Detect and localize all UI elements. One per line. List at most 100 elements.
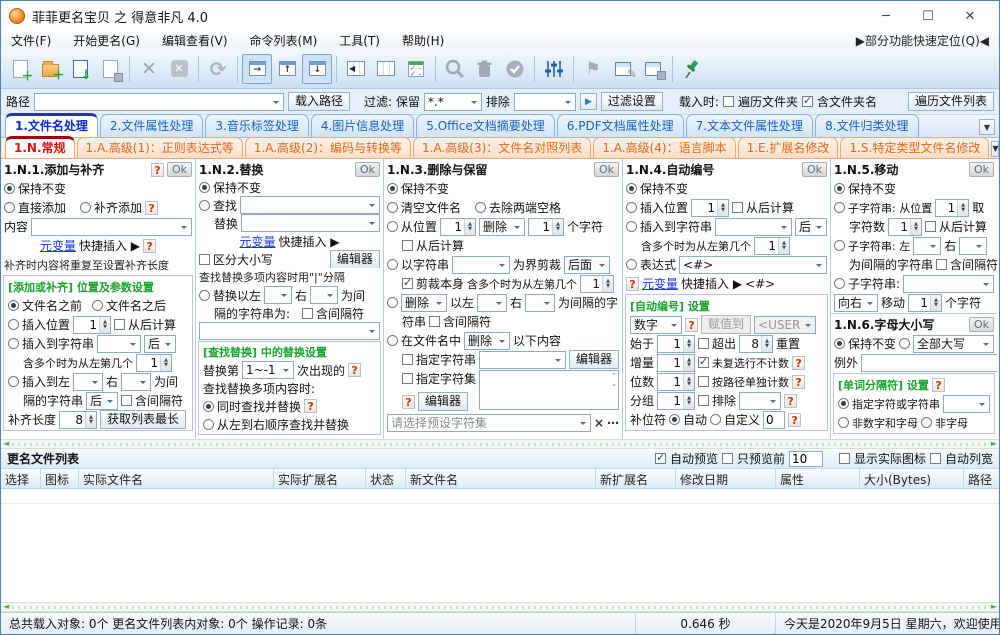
menu-start-rename[interactable]: 开始更名(G) <box>73 32 140 49</box>
toolbar-delete-button[interactable]: ✕ <box>134 54 164 84</box>
pad-add-radio[interactable] <box>80 202 92 213</box>
step-spinner[interactable]: 1 ▲ ▼ <box>657 353 696 372</box>
filter-settings-button[interactable]: 过滤设置 <box>600 92 663 111</box>
col-select[interactable]: 选择 <box>1 469 41 488</box>
file-list-body[interactable] <box>1 489 999 602</box>
col-new-name[interactable]: 新文件名 <box>406 469 596 488</box>
from-end-checkbox[interactable] <box>925 221 937 232</box>
meta-var-link[interactable]: 元变量 <box>642 275 678 292</box>
help-icon[interactable]: ? <box>402 394 415 409</box>
keep-unchanged-radio[interactable] <box>834 338 845 349</box>
keep-filter-combo[interactable]: *.* <box>423 92 482 111</box>
overflow-checkbox[interactable] <box>698 338 710 349</box>
show-icons-checkbox[interactable] <box>838 453 850 464</box>
scroll-left-icon[interactable]: ◄ <box>3 603 9 611</box>
right-sep-combo[interactable] <box>121 372 152 391</box>
preview-count-input[interactable] <box>788 450 823 467</box>
traverse-folders-checkbox[interactable] <box>722 96 734 107</box>
toolbar-settings-button[interactable] <box>539 54 569 84</box>
insert-pos-radio[interactable] <box>8 319 19 330</box>
before-name-radio[interactable] <box>8 300 19 311</box>
direct-add-radio[interactable] <box>4 202 15 213</box>
case-sensitive-checkbox[interactable] <box>199 253 210 265</box>
toolbar-apply-button[interactable] <box>500 54 530 84</box>
from-pos-spinner[interactable]: 1 ▲ ▼ <box>935 198 970 217</box>
insert-string-combo[interactable] <box>97 334 142 353</box>
toolbar-preview-button[interactable] <box>440 54 470 84</box>
menu-edit-view[interactable]: 编辑查看(V) <box>162 32 228 49</box>
get-longest-button[interactable]: 获取列表最长 <box>100 410 187 429</box>
help-icon[interactable]: ? <box>788 412 802 427</box>
help-icon[interactable]: ? <box>143 238 157 253</box>
delete-between-radio[interactable] <box>387 297 398 308</box>
content-combo[interactable] <box>31 217 192 236</box>
substr-radio[interactable] <box>834 278 845 289</box>
in-name-radio[interactable] <box>387 335 398 346</box>
change-case-radio[interactable] <box>899 338 911 349</box>
by-string-radio[interactable] <box>387 259 398 270</box>
sep-pos-combo[interactable]: 后 <box>86 391 119 410</box>
assign-var-combo[interactable]: <USER.0> <box>754 315 817 334</box>
with-sep-checkbox[interactable] <box>121 395 133 406</box>
left-sep-combo[interactable] <box>73 372 104 391</box>
keep-unchanged-radio[interactable] <box>4 183 15 194</box>
ok-button[interactable]: Ok <box>968 162 994 177</box>
non-alnum-radio[interactable] <box>838 417 849 428</box>
clear-name-radio[interactable] <box>387 202 398 213</box>
spec-chars-radio[interactable] <box>838 398 849 409</box>
from-end-checkbox[interactable] <box>114 319 126 330</box>
menu-file[interactable]: 文件(F) <box>11 32 51 49</box>
sequential-radio[interactable] <box>203 418 214 430</box>
insert-to-string-radio[interactable] <box>8 338 19 349</box>
find-combo[interactable] <box>240 196 380 214</box>
col-icon[interactable]: 图标 <box>41 469 79 488</box>
right-sep-combo[interactable] <box>310 286 339 304</box>
delete-keep-combo[interactable]: 删除 <box>479 217 526 236</box>
toolbar-flag-button[interactable]: ⚑ <box>578 54 608 84</box>
exclude-combo[interactable] <box>739 391 782 410</box>
left-sep-combo[interactable] <box>264 286 293 304</box>
tab-office-summary[interactable]: 5.Office文档摘要处理 <box>416 114 555 137</box>
more-presets-icon[interactable]: ⋯ <box>607 416 619 430</box>
tab-text-attr[interactable]: 7.文本文件属性处理 <box>685 114 814 137</box>
meta-var-link[interactable]: 元变量 <box>239 233 275 250</box>
subtab-normal[interactable]: 1.N.常规 <box>5 136 75 158</box>
group-spinner[interactable]: 1 ▲ ▼ <box>657 391 696 410</box>
subtab-regex[interactable]: 1.A.高级(1)：正则表达式等 <box>76 137 243 158</box>
help-icon[interactable]: ? <box>304 399 318 413</box>
direction-combo[interactable]: 向右 <box>834 293 878 312</box>
help-icon[interactable]: ? <box>348 363 362 377</box>
insert-pos-spinner[interactable]: 1 ▲ ▼ <box>691 198 730 217</box>
replace-between-radio[interactable] <box>199 289 210 301</box>
cut-side-combo[interactable]: 后面 <box>564 255 611 274</box>
toolbar-new-file-button[interactable]: ＋ <box>5 54 35 84</box>
maximize-button[interactable]: ☐ <box>907 2 949 30</box>
insert-between-radio[interactable] <box>8 376 19 387</box>
scroll-right-icon[interactable]: ► <box>991 603 997 611</box>
ok-button[interactable]: Ok <box>166 162 192 177</box>
word-sep-combo[interactable] <box>943 394 990 413</box>
bound-string-combo[interactable] <box>452 255 511 274</box>
per-path-checkbox[interactable] <box>698 376 710 387</box>
auto-preview-checkbox[interactable] <box>654 451 666 464</box>
ok-button[interactable]: Ok <box>593 162 619 177</box>
toolbar-grid-columns-button[interactable] <box>371 54 401 84</box>
help-icon[interactable]: ? <box>931 377 945 392</box>
toolbar-options-button[interactable]: ✓ – ✓ – <box>401 54 431 84</box>
left-sep-combo[interactable] <box>913 236 942 255</box>
multi-index-spinner[interactable]: 1 ▲ ▼ <box>754 236 790 255</box>
digits-spinner[interactable]: 1 ▲ ▼ <box>657 372 696 391</box>
toolbar-panel-right-button[interactable]: → <box>242 53 272 84</box>
exclude-checkbox[interactable] <box>698 395 710 406</box>
number-type-combo[interactable]: 数字 <box>630 315 682 334</box>
subtab-specific-type[interactable]: 1.S.特定类型文件名修改 <box>840 137 990 158</box>
toolbar-refresh-button[interactable]: ⟳ <box>203 54 233 84</box>
expression-radio[interactable] <box>626 259 637 270</box>
toolbar-load-list-button[interactable]: ↓ <box>65 54 95 84</box>
scroll-right-icon[interactable]: ► <box>991 440 997 448</box>
help-icon[interactable]: ? <box>145 200 159 215</box>
toolbar-pin-button[interactable] <box>677 54 707 84</box>
assign-to-button[interactable]: 赋值到 <box>701 315 752 334</box>
toolbar-panel-bottom-button[interactable]: ↓ <box>302 53 332 84</box>
with-sep-checkbox[interactable] <box>302 307 314 319</box>
